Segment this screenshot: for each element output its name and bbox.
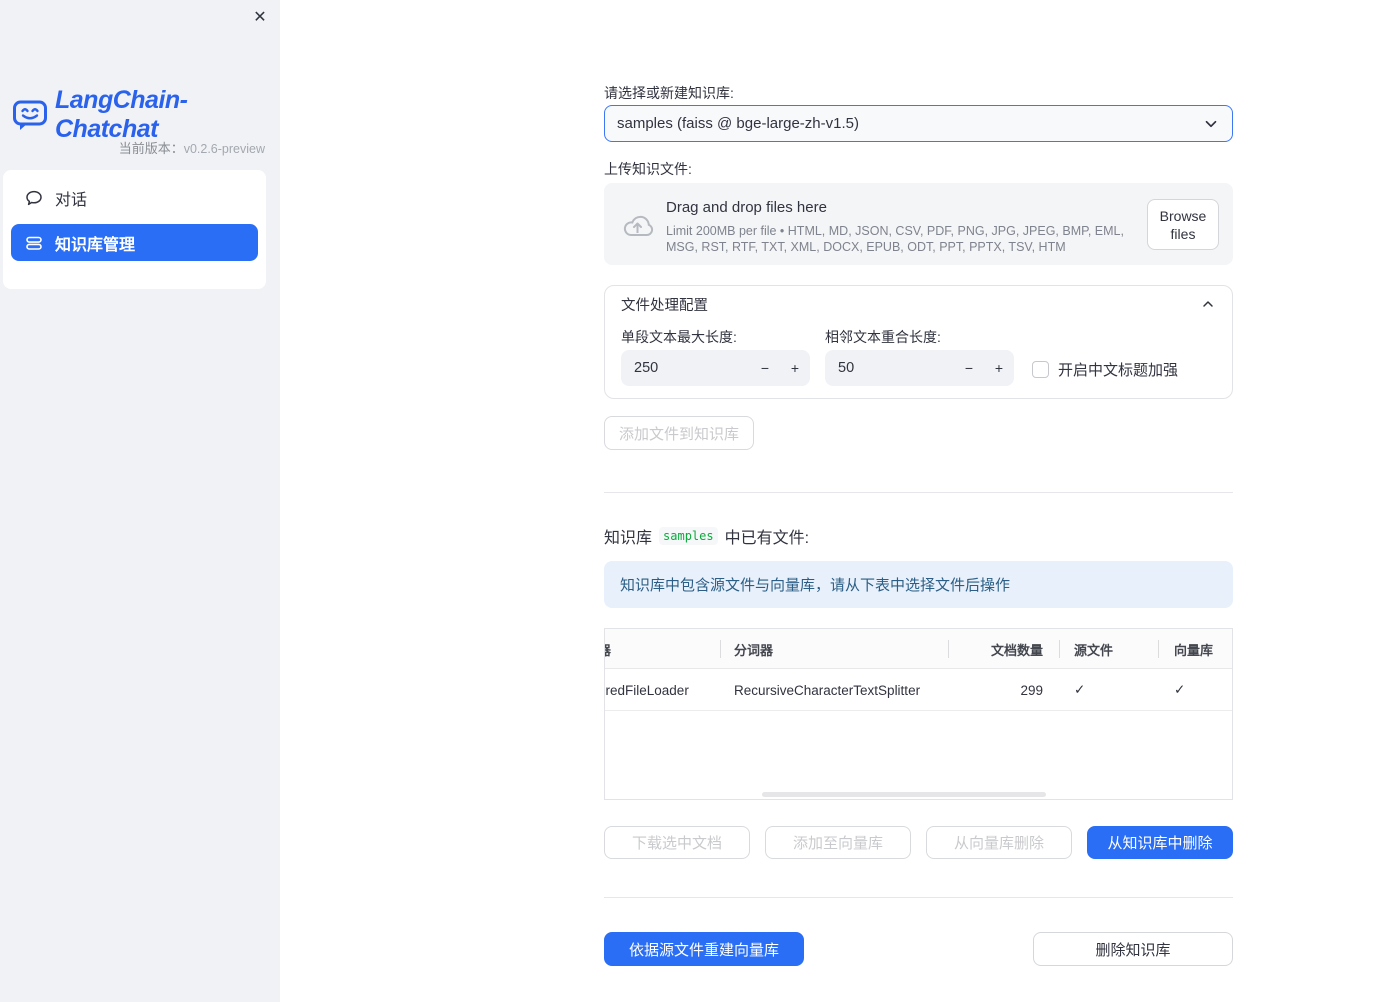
- column-separator: [948, 640, 949, 658]
- cloud-upload-icon: [620, 211, 654, 238]
- app-logo: LangChain-Chatchat: [12, 86, 280, 144]
- browse-files-button[interactable]: Browse files: [1147, 199, 1219, 250]
- sidebar-item-dialogue[interactable]: 对话: [11, 179, 258, 216]
- sidebar: ✕ LangChain-Chatchat 当前版本：v0.2.6-preview: [0, 0, 280, 1002]
- cell-splitter: RecursiveCharacterTextSplitter: [734, 682, 921, 698]
- main-content: 请选择或新建知识库: samples (faiss @ bge-large-zh…: [604, 0, 1234, 1002]
- table-header-splitter: 分词器: [734, 642, 774, 658]
- info-banner: 知识库中包含源文件与向量库，请从下表中选择文件后操作: [604, 561, 1233, 608]
- dropzone-limit-text: Limit 200MB per file • HTML, MD, JSON, C…: [666, 224, 1124, 254]
- file-dropzone[interactable]: Drag and drop files here Limit 200MB per…: [604, 183, 1233, 265]
- app-window: ✕ LangChain-Chatchat 当前版本：v0.2.6-preview: [0, 0, 1380, 1002]
- chunk-overlap-stepper: 50 − +: [825, 350, 1014, 386]
- table-header-loader: 器: [605, 629, 720, 669]
- sidebar-item-knowledge-base[interactable]: 知识库管理: [11, 224, 258, 261]
- cell-vector-store-check: ✓: [1174, 682, 1186, 697]
- table-header-doc-count: 文档数量: [990, 642, 1043, 658]
- table-row[interactable]: uredFileLoader RecursiveCharacterTextSpl…: [605, 669, 1232, 711]
- sidebar-item-label: 知识库管理: [55, 236, 136, 254]
- kb-name-code: samples: [659, 527, 718, 545]
- cell-loader: uredFileLoader: [605, 682, 689, 698]
- kb-select-value: samples (faiss @ bge-large-zh-v1.5): [617, 115, 859, 132]
- table-header-row: 器 分词器 文档数量 源文件 向量库: [605, 629, 1232, 669]
- table-horizontal-scrollbar[interactable]: [762, 792, 1046, 797]
- dropzone-title: Drag and drop files here: [666, 199, 827, 216]
- divider: [604, 492, 1233, 493]
- zh-title-enhance-label: 开启中文标题加强: [1058, 362, 1179, 379]
- add-files-to-kb-button[interactable]: 添加文件到知识库: [604, 416, 755, 450]
- increment-button[interactable]: +: [780, 350, 810, 386]
- increment-button[interactable]: +: [984, 350, 1014, 386]
- chat-bubble-icon: [25, 189, 43, 207]
- kb-select-label: 请选择或新建知识库:: [604, 85, 734, 101]
- decrement-button[interactable]: −: [954, 350, 984, 386]
- version-info: 当前版本：v0.2.6-preview: [119, 138, 265, 157]
- cell-doc-count: 299: [1020, 682, 1043, 698]
- checkbox-unchecked-icon[interactable]: [1032, 361, 1049, 378]
- chunk-overlap-value[interactable]: 50: [825, 360, 954, 376]
- upload-label: 上传知识文件:: [604, 161, 692, 177]
- sidebar-menu: 对话 知识库管理: [3, 170, 266, 289]
- app-title: LangChain-Chatchat: [55, 86, 188, 143]
- table-header-source-file: 源文件: [1074, 642, 1114, 658]
- delete-kb-button[interactable]: 删除知识库: [1033, 932, 1233, 966]
- zh-title-enhance-checkbox-row[interactable]: 开启中文标题加强: [1032, 359, 1178, 380]
- chunk-size-label: 单段文本最大长度:: [621, 329, 737, 345]
- info-banner-text: 知识库中包含源文件与向量库，请从下表中选择文件后操作: [620, 577, 1011, 594]
- divider: [604, 897, 1233, 898]
- kb-files-table[interactable]: 器 分词器 文档数量 源文件 向量库 uredFileLoader Recurs…: [604, 628, 1233, 800]
- chunk-size-stepper: 250 − +: [621, 350, 810, 386]
- expander-title: 文件处理配置: [621, 297, 708, 314]
- expander-header[interactable]: 文件处理配置: [605, 286, 1232, 322]
- column-separator: [720, 640, 721, 658]
- kb-select-dropdown[interactable]: samples (faiss @ bge-large-zh-v1.5): [604, 105, 1233, 142]
- download-selected-docs-button[interactable]: 下载选中文档: [604, 826, 750, 859]
- decrement-button[interactable]: −: [750, 350, 780, 386]
- sidebar-close-icon[interactable]: ✕: [246, 6, 274, 30]
- kb-files-suffix: 中已有文件:: [724, 530, 810, 547]
- version-label: 当前版本：: [118, 141, 184, 156]
- chatchat-logo-icon: [12, 99, 48, 132]
- kb-files-prefix: 知识库: [604, 530, 653, 547]
- kb-files-heading: 知识库 samples 中已有文件:: [604, 524, 809, 548]
- chunk-size-value[interactable]: 250: [621, 360, 750, 376]
- delete-from-kb-button[interactable]: 从知识库中删除: [1087, 826, 1233, 859]
- add-to-vector-store-button[interactable]: 添加至向量库: [765, 826, 911, 859]
- table-header-vector-store: 向量库: [1174, 642, 1214, 658]
- cell-source-file-check: ✓: [1074, 682, 1086, 697]
- sidebar-item-label: 对话: [55, 191, 88, 209]
- knowledge-base-icon: [25, 234, 43, 252]
- column-separator: [1158, 640, 1159, 658]
- column-separator: [1059, 640, 1060, 658]
- delete-from-vector-store-button[interactable]: 从向量库删除: [926, 826, 1072, 859]
- rebuild-vector-store-button[interactable]: 依据源文件重建向量库: [604, 932, 804, 966]
- chevron-up-icon: [1200, 296, 1216, 312]
- chunk-overlap-label: 相邻文本重合长度:: [825, 329, 941, 345]
- version-value: v0.2.6-preview: [183, 142, 265, 156]
- file-processing-config-expander: 文件处理配置 单段文本最大长度: 相邻文本重合长度: 250 − + 50 − …: [604, 285, 1233, 399]
- chevron-down-icon: [1202, 115, 1220, 133]
